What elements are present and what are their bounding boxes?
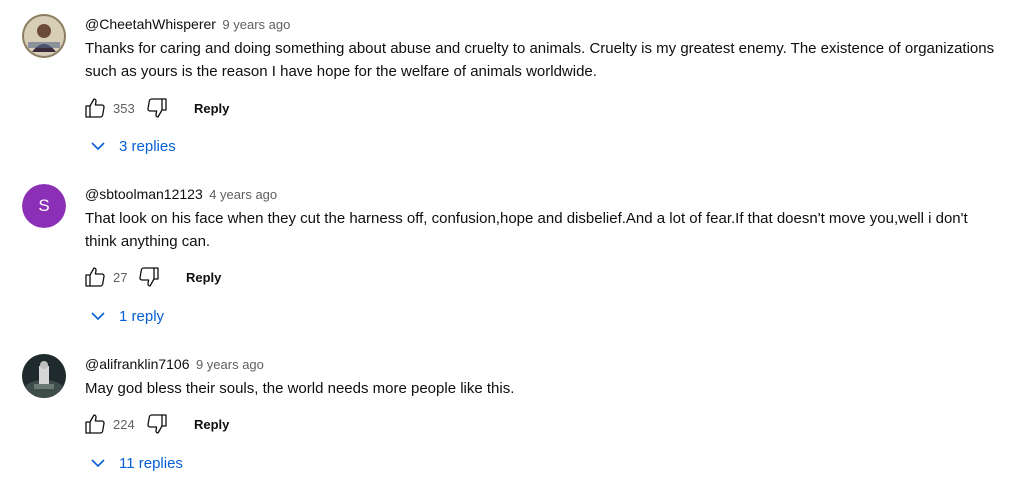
like-icon[interactable] — [83, 265, 107, 289]
replies-count: 3 replies — [119, 137, 176, 155]
view-replies-button[interactable]: 1 reply — [89, 305, 164, 327]
comment-timestamp[interactable]: 9 years ago — [222, 17, 290, 32]
like-count: 353 — [113, 100, 135, 116]
replies-count: 1 reply — [119, 307, 165, 325]
dislike-icon[interactable] — [137, 265, 161, 289]
like-icon[interactable] — [83, 96, 107, 120]
comment-author[interactable]: @sbtoolman12123 — [85, 186, 203, 202]
comment-author[interactable]: @alifranklin7106 — [85, 356, 190, 372]
comment-actions: 224 Reply — [83, 412, 229, 436]
chevron-down-icon — [91, 312, 105, 321]
comment-actions: 27 Reply — [83, 265, 221, 289]
comment-author[interactable]: @CheetahWhisperer — [85, 16, 216, 32]
reply-button[interactable]: Reply — [194, 417, 229, 432]
avatar[interactable] — [22, 354, 66, 398]
avatar[interactable]: S — [22, 184, 66, 228]
like-count: 224 — [113, 416, 135, 432]
comment-header: @sbtoolman12123 4 years ago — [85, 184, 277, 204]
reply-button[interactable]: Reply — [194, 101, 229, 116]
comment-timestamp[interactable]: 9 years ago — [196, 357, 264, 372]
comment-header: @CheetahWhisperer 9 years ago — [85, 14, 290, 34]
comment-text: Thanks for caring and doing something ab… — [85, 40, 995, 80]
comment-text: That look on his face when they cut the … — [85, 210, 968, 250]
dislike-icon[interactable] — [145, 96, 169, 120]
avatar[interactable] — [22, 14, 66, 58]
like-count: 27 — [113, 269, 128, 285]
chevron-down-icon — [91, 142, 105, 151]
comment-timestamp[interactable]: 4 years ago — [209, 187, 277, 202]
comment-text: May god bless their souls, the world nee… — [85, 380, 515, 397]
avatar-letter: S — [22, 184, 66, 228]
replies-count: 11 replies — [119, 454, 183, 472]
reply-button[interactable]: Reply — [186, 270, 221, 285]
like-icon[interactable] — [83, 412, 107, 436]
comment-actions: 353 Reply — [83, 96, 229, 120]
comment-header: @alifranklin7106 9 years ago — [85, 354, 264, 374]
dislike-icon[interactable] — [145, 412, 169, 436]
chevron-down-icon — [91, 459, 105, 468]
view-replies-button[interactable]: 11 replies — [89, 452, 183, 474]
view-replies-button[interactable]: 3 replies — [89, 135, 176, 157]
